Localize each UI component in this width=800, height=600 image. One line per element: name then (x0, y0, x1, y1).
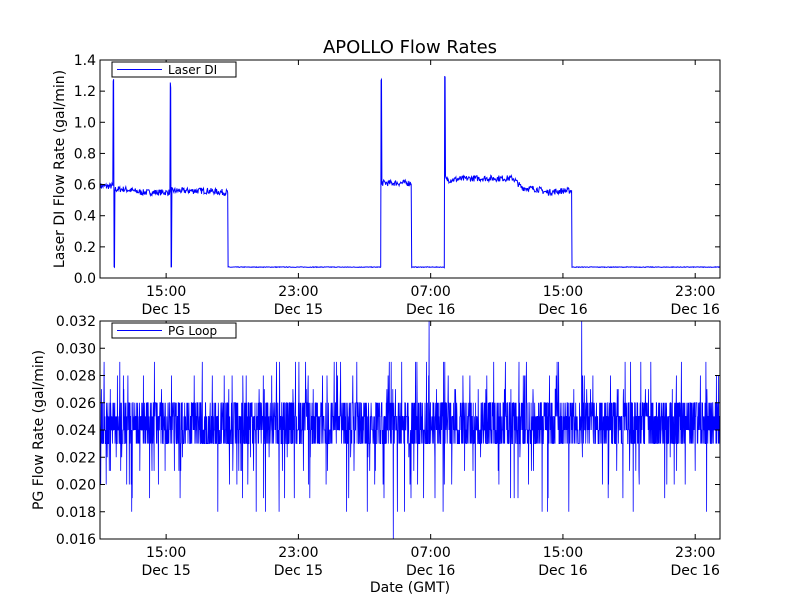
pg-loop-xtick-date-label: Dec 15 (141, 563, 190, 579)
laser-di-xtick-time-label: 07:00 (410, 284, 450, 300)
pg-loop-legend: PG Loop (111, 322, 237, 339)
laser-di-series (99, 75, 721, 269)
pg-loop-xtick-date-label: Dec 16 (671, 563, 720, 579)
laser-di-xtick-date-label: Dec 16 (406, 302, 455, 318)
pg-loop-ytick-label: 0.022 (56, 450, 96, 466)
laser-di-ylabel: Laser DI Flow Rate (gal/min) (52, 70, 68, 268)
pg-loop-ytick-label: 0.028 (56, 369, 96, 385)
pg-loop-ytick-label: 0.024 (56, 423, 96, 439)
pg-loop-xtick-date-label: Dec 16 (538, 563, 587, 579)
pg-loop-ytick-label: 0.026 (56, 396, 96, 412)
laser-di-xtick-time-label: 15:00 (543, 284, 583, 300)
figure-title: APOLLO Flow Rates (323, 37, 497, 58)
laser-di-ytick-label: 1.2 (74, 84, 96, 100)
pg-loop-legend-label: PG Loop (168, 324, 217, 338)
laser-di-xtick-time-label: 15:00 (146, 284, 186, 300)
laser-di-xtick-time-label: 23:00 (675, 284, 715, 300)
pg-loop-series (99, 320, 721, 540)
laser-di-xtick-time-label: 23:00 (278, 284, 318, 300)
laser-di-ytick-label: 1.0 (74, 115, 96, 131)
pg-loop-series-line (99, 320, 721, 540)
pg-loop-xtick-date-label: Dec 15 (274, 563, 323, 579)
pg-loop-xtick-date-label: Dec 16 (406, 563, 455, 579)
laser-di-xtick-date-label: Dec 15 (141, 302, 190, 318)
laser-di-panel: 0.0 0.2 0.4 0.6 0.8 1.0 1.2 1.4 15:00 Dec 15 23:0… (52, 53, 721, 318)
pg-loop-xtick-time-label: 15:00 (543, 545, 583, 561)
laser-di-legend: Laser DI (111, 61, 237, 78)
laser-di-xtick-date-label: Dec 16 (538, 302, 587, 318)
laser-di-legend-label: Laser DI (168, 63, 217, 77)
pg-loop-ytick-label: 0.020 (56, 478, 96, 494)
pg-loop-ytick-label: 0.018 (56, 505, 96, 521)
x-axis-label: Date (GMT) (370, 580, 450, 596)
pg-loop-xtick-time-label: 23:00 (675, 545, 715, 561)
pg-loop-ytick-label: 0.016 (56, 532, 96, 548)
pg-loop-xtick-time-label: 07:00 (410, 545, 450, 561)
pg-loop-ytick-label: 0.032 (56, 314, 96, 330)
pg-loop-xtick-time-label: 15:00 (146, 545, 186, 561)
pg-loop-ylabel: PG Flow Rate (gal/min) (31, 350, 47, 510)
laser-di-ytick-label: 0.0 (74, 271, 96, 287)
pg-loop-panel: 0.016 0.018 0.020 0.022 0.024 0.026 0.028 0.030… (31, 314, 721, 579)
laser-di-series-line (99, 75, 721, 269)
laser-di-xtick-date-label: Dec 16 (671, 302, 720, 318)
laser-di-xtick-date-label: Dec 15 (274, 302, 323, 318)
pg-loop-xtick-time-label: 23:00 (278, 545, 318, 561)
laser-di-plot-frame (99, 59, 721, 279)
laser-di-xticks: 15:00 Dec 15 23:00 Dec 15 07:00 Dec 16 15:00 De… (141, 60, 720, 318)
figure: APOLLO Flow Rates 0.0 0.2 0.4 0.6 0.8 1.0 1.2 1… (31, 37, 721, 596)
laser-di-ytick-label: 0.8 (74, 146, 96, 162)
laser-di-ytick-label: 0.2 (74, 240, 96, 256)
laser-di-ytick-label: 0.6 (74, 178, 96, 194)
laser-di-ytick-label: 0.4 (74, 209, 96, 225)
laser-di-ytick-label: 1.4 (74, 53, 96, 69)
pg-loop-ytick-label: 0.030 (56, 341, 96, 357)
